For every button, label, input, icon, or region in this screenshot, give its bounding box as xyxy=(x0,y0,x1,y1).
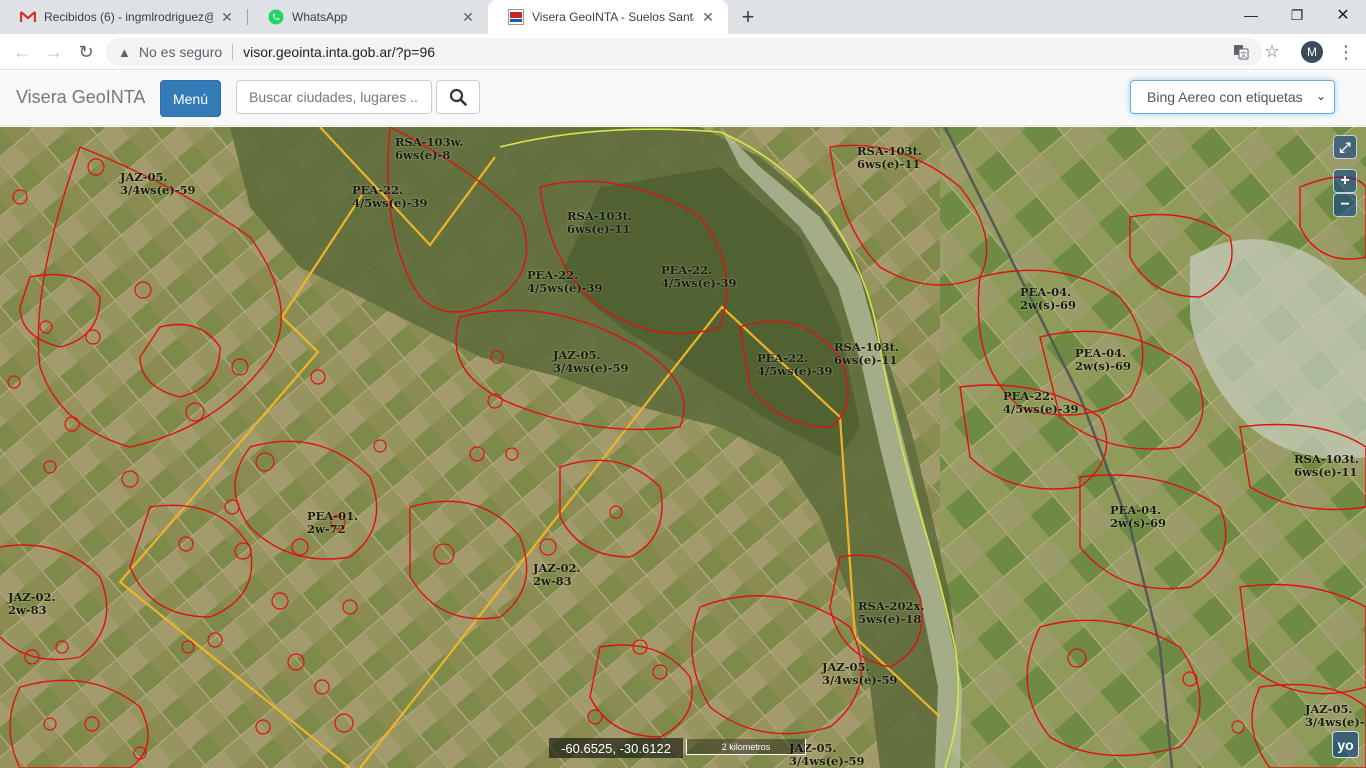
soil-label[interactable]: RSA-103t. 6ws(e)-11 xyxy=(857,145,922,171)
omnibox-divider xyxy=(232,44,234,60)
minimize-button[interactable]: — xyxy=(1228,0,1274,30)
soil-label[interactable]: RSA-103t. 6ws(e)-11 xyxy=(1294,453,1359,479)
soil-label[interactable]: PEA-22. 4/5ws(e)-39 xyxy=(661,264,737,290)
soil-label[interactable]: PEA-22. 4/5ws(e)-39 xyxy=(352,184,428,210)
zoom-out-button[interactable]: − xyxy=(1333,193,1357,217)
search-icon xyxy=(449,88,467,106)
restore-button[interactable]: ❐ xyxy=(1274,0,1320,30)
soil-label[interactable]: JAZ-02. 2w-83 xyxy=(533,562,581,588)
gmail-icon xyxy=(20,9,36,25)
tab-title: Visera GeoINTA - Suelos Santa Fe xyxy=(532,10,694,24)
soil-label[interactable]: PEA-04. 2w(s)-69 xyxy=(1110,504,1166,530)
back-button[interactable]: ← xyxy=(8,38,36,66)
soil-label[interactable]: PEA-22. 4/5ws(e)-39 xyxy=(1003,390,1079,416)
tab-gmail[interactable]: Recibidos (6) - ingmlrodriguez@… ✕ xyxy=(0,0,247,34)
browser-toolbar: ← → ↻ ▲ No es seguro visor.geointa.inta.… xyxy=(0,34,1366,70)
forward-button[interactable]: → xyxy=(40,38,68,66)
soil-label[interactable]: PEA-01. 2w-72 xyxy=(307,510,358,536)
locate-me-button[interactable]: yo xyxy=(1332,731,1359,758)
tab-title: Recibidos (6) - ingmlrodriguez@… xyxy=(44,10,213,24)
soil-label[interactable]: JAZ-02. 2w-83 xyxy=(8,591,56,617)
tab-whatsapp[interactable]: WhatsApp ✕ xyxy=(248,0,488,34)
search-input[interactable] xyxy=(236,80,432,114)
new-tab-button[interactable]: + xyxy=(736,4,760,29)
close-tab-icon[interactable]: ✕ xyxy=(700,9,716,25)
soil-label[interactable]: JAZ-05.3/4ws(e)-59 xyxy=(1305,703,1366,729)
profile-avatar[interactable]: M xyxy=(1301,41,1323,63)
browser-tab-strip: Recibidos (6) - ingmlrodriguez@… ✕ Whats… xyxy=(0,0,1366,34)
reload-button[interactable]: ↻ xyxy=(72,38,100,66)
mouse-coordinates: -60.6525, -30.6122 xyxy=(549,738,683,758)
soil-label[interactable]: RSA-103t. 6ws(e)-11 xyxy=(834,341,899,367)
svg-text:文: 文 xyxy=(1240,50,1247,59)
base-layer-selected: Bing Aereo con etiquetas xyxy=(1147,89,1303,105)
soil-label[interactable]: RSA-202x. 5ws(e)-18 xyxy=(858,600,924,626)
soil-label[interactable]: JAZ-05.3/4ws(e)-59 xyxy=(120,171,196,197)
warning-icon[interactable]: ▲ xyxy=(118,45,131,60)
browser-menu-icon[interactable]: ⋮ xyxy=(1336,40,1356,64)
map-view[interactable]: JAZ-05. 3/4ws(e)-59 RSA-103w. 6ws(e)-8 PEA… xyxy=(0,127,1366,768)
satellite-imagery xyxy=(0,127,1366,768)
translate-icon[interactable]: 文 xyxy=(1231,42,1251,62)
zoom-in-button[interactable]: + xyxy=(1333,169,1357,193)
scale-label: 2 kilometros xyxy=(721,741,771,752)
menu-button[interactable]: Menú xyxy=(160,80,221,117)
app-brand[interactable]: Visera GeoINTA xyxy=(16,87,145,108)
base-layer-select[interactable]: Bing Aereo con etiquetas ⌄ xyxy=(1130,80,1335,114)
tab-visera-geointa[interactable]: Visera GeoINTA - Suelos Santa Fe ✕ xyxy=(488,0,728,34)
fullscreen-button[interactable]: ⤢ xyxy=(1333,135,1357,159)
close-tab-icon[interactable]: ✕ xyxy=(460,9,476,25)
close-tab-icon[interactable]: ✕ xyxy=(219,9,235,25)
bookmark-star-icon[interactable]: ☆ xyxy=(1262,42,1282,62)
search-button[interactable] xyxy=(436,80,480,114)
soil-label[interactable]: PEA-22. 4/5ws(e)-39 xyxy=(757,352,833,378)
close-window-button[interactable]: ✕ xyxy=(1320,0,1366,30)
soil-label[interactable]: PEA-22. 4/5ws(e)-39 xyxy=(527,269,603,295)
chevron-down-icon: ⌄ xyxy=(1315,89,1326,103)
app-navbar: Visera GeoINTA Menú Bing Aereo con etiqu… xyxy=(0,71,1366,126)
soil-label[interactable]: PEA-04. 2w(s)-69 xyxy=(1075,347,1131,373)
address-bar[interactable]: ▲ No es seguro visor.geointa.inta.gob.ar… xyxy=(106,38,1262,66)
tab-title: WhatsApp xyxy=(292,10,348,24)
security-label[interactable]: No es seguro xyxy=(139,44,222,60)
url-text[interactable]: visor.geointa.inta.gob.ar/?p=96 xyxy=(243,44,435,60)
soil-label[interactable]: RSA-103w. 6ws(e)-8 xyxy=(395,136,463,162)
inta-icon xyxy=(508,9,524,25)
soil-label[interactable]: JAZ-05.3/4ws(e)-59 xyxy=(822,661,898,687)
soil-label[interactable]: JAZ-05.3/4ws(e)-59 xyxy=(553,349,629,375)
soil-label[interactable]: PEA-04. 2w(s)-69 xyxy=(1020,286,1076,312)
soil-label[interactable]: RSA-103t. 6ws(e)-11 xyxy=(567,210,632,236)
whatsapp-icon xyxy=(268,9,284,25)
scale-bar: 2 kilometros xyxy=(686,739,806,755)
